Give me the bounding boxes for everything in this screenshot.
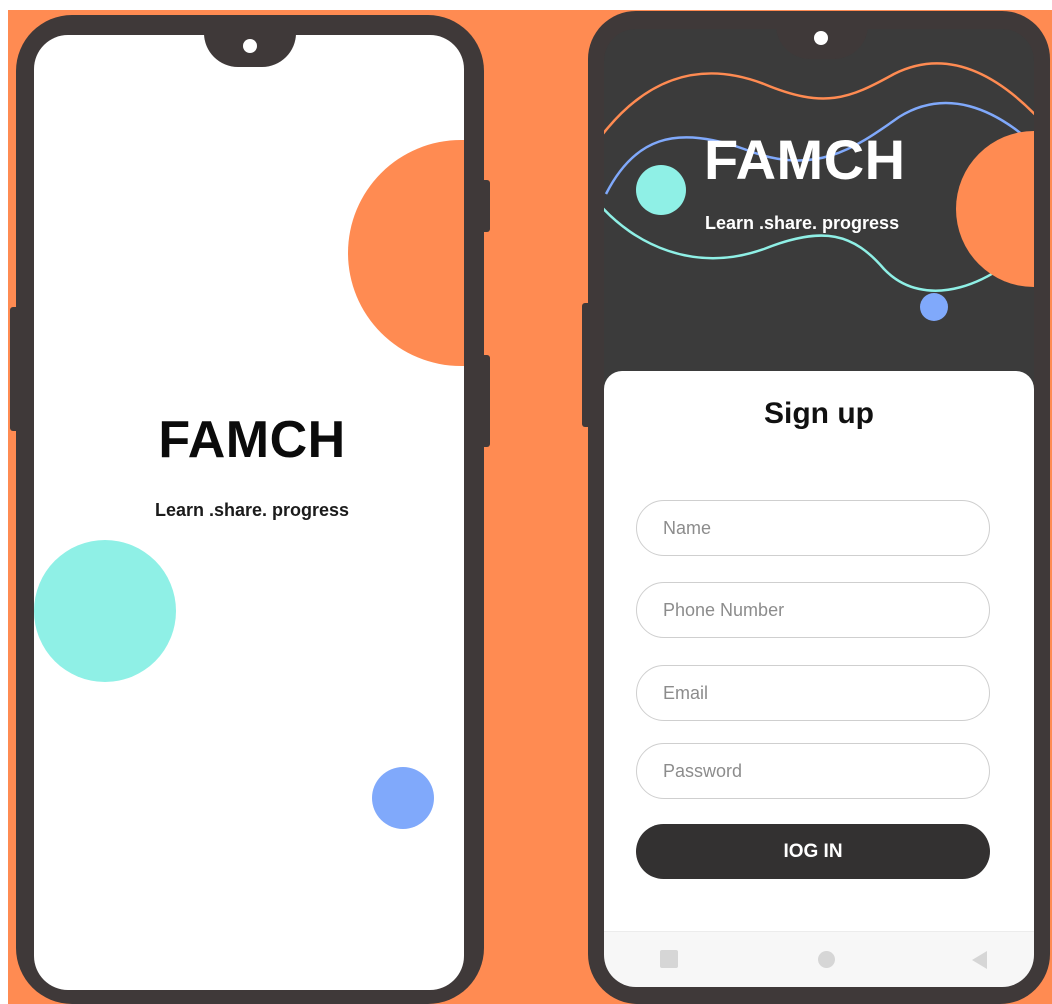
- orange-circle-decoration: [956, 131, 1034, 287]
- phone-notch: [204, 35, 296, 67]
- form-title: Sign up: [764, 397, 874, 430]
- name-input[interactable]: [636, 500, 990, 556]
- mint-circle-decoration: [34, 540, 176, 682]
- orange-circle-decoration: [348, 140, 464, 366]
- camera-icon: [243, 39, 257, 53]
- splash-phone-frame: FAMCH Learn .share. progress: [10, 15, 490, 1004]
- splash-screen: FAMCH Learn .share. progress: [34, 35, 464, 990]
- header-tagline: Learn .share. progress: [705, 213, 900, 233]
- blue-circle-decoration: [372, 767, 434, 829]
- phone-side-button: [10, 307, 18, 431]
- signup-screen: FAMCH Learn .share. progress Sign up IOG…: [604, 29, 1034, 987]
- android-nav-bar: [604, 931, 1034, 987]
- password-input[interactable]: [636, 743, 990, 799]
- splash-tagline: Learn .share. progress: [154, 500, 350, 520]
- login-button[interactable]: IOG IN: [636, 824, 990, 879]
- email-input[interactable]: [636, 665, 990, 721]
- square-icon[interactable]: [660, 950, 678, 968]
- mint-circle-decoration: [636, 165, 686, 215]
- header-wave-graphic: [604, 62, 1034, 321]
- circle-icon[interactable]: [818, 951, 835, 968]
- phone-power-button: [482, 355, 490, 447]
- signup-form-card: Sign up IOG IN: [604, 371, 1034, 931]
- signup-phone-frame: FAMCH Learn .share. progress Sign up IOG…: [582, 11, 1050, 1004]
- phone-volume-button: [482, 180, 490, 232]
- camera-icon: [814, 31, 828, 45]
- triangle-back-icon[interactable]: [972, 951, 987, 969]
- splash-app-title: FAMCH: [158, 411, 346, 469]
- phone-side-button: [582, 303, 590, 427]
- phone-number-input[interactable]: [636, 582, 990, 638]
- header-app-title: FAMCH: [704, 128, 906, 191]
- blue-circle-decoration: [920, 293, 948, 321]
